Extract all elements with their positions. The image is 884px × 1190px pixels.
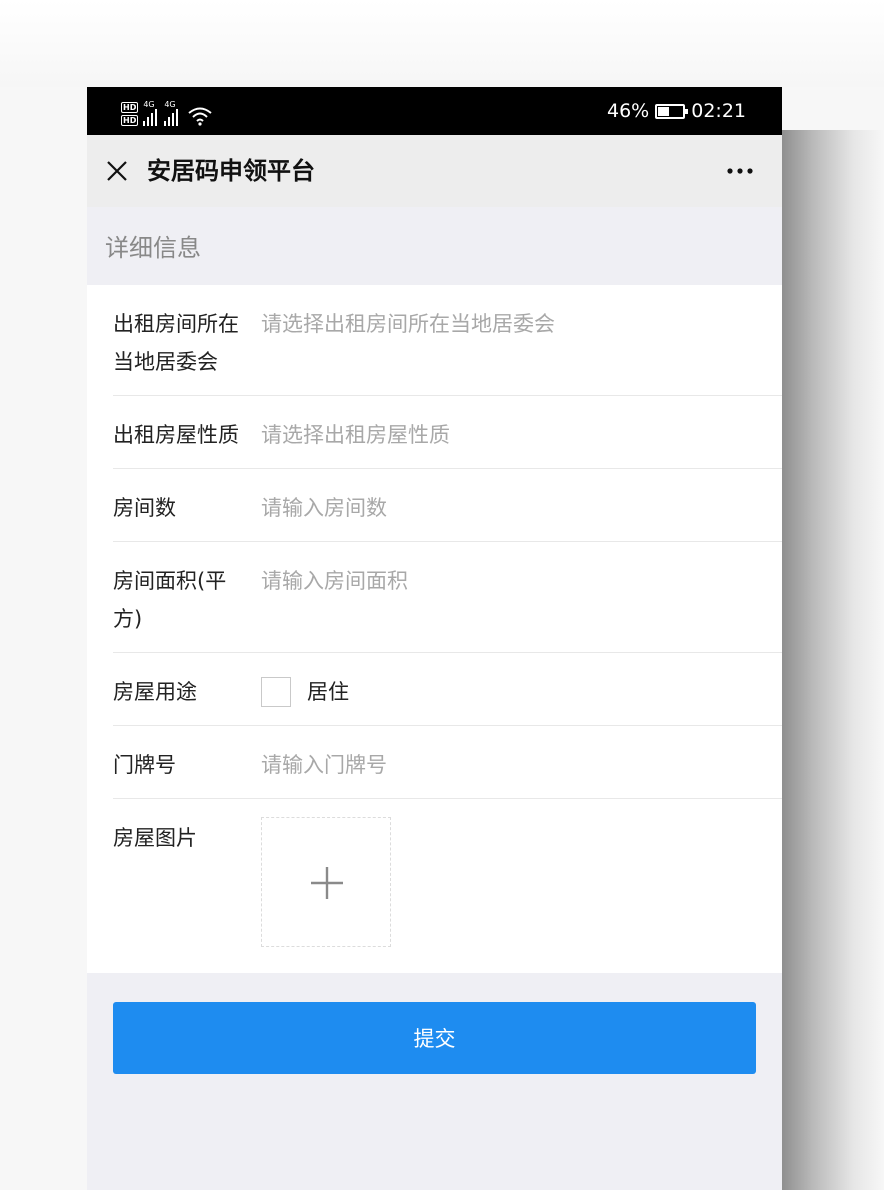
field-house-photo: 房屋图片	[113, 799, 782, 973]
house-nature-select[interactable]: 请选择出租房屋性质	[261, 416, 450, 454]
network-type-2: 4G	[164, 100, 176, 109]
app-header: 安居码申领平台	[87, 135, 782, 207]
room-count-input[interactable]: 请输入房间数	[261, 489, 387, 527]
wifi-icon	[188, 107, 212, 126]
field-label: 房间面积(平方)	[113, 569, 227, 631]
field-label: 房屋用途	[113, 680, 197, 704]
battery-icon	[655, 103, 689, 119]
photo-upload-button[interactable]	[261, 817, 391, 947]
detail-form: 出租房间所在当地居委会 请选择出租房间所在当地居委会 出租房屋性质 请选择出租房…	[87, 285, 782, 973]
field-house-usage: 房屋用途 居住	[113, 653, 782, 726]
hd-indicators: HD HD	[121, 102, 139, 126]
signal-icon: 4G	[143, 100, 159, 126]
network-type-1: 4G	[143, 100, 155, 109]
residents-committee-select[interactable]: 请选择出租房间所在当地居委会	[261, 305, 555, 343]
page-title: 安居码申领平台	[147, 157, 315, 185]
clock: 02:21	[691, 100, 746, 122]
submit-button[interactable]: 提交	[113, 1002, 756, 1074]
backdrop	[0, 0, 884, 87]
battery-fill	[658, 106, 669, 116]
phone-screen: HD HD 4G 4G 46% 02:21 安居码申领平台 详细信息 出租房间所…	[87, 87, 782, 1190]
field-label: 出租房间所在当地居委会	[113, 312, 239, 374]
more-icon[interactable]	[726, 167, 754, 175]
close-icon[interactable]	[105, 159, 129, 183]
status-bar: HD HD 4G 4G 46% 02:21	[87, 87, 782, 135]
section-title: 详细信息	[105, 234, 201, 262]
signal-icon: 4G	[164, 100, 180, 126]
status-right: 46% 02:21	[607, 87, 746, 135]
field-residents-committee[interactable]: 出租房间所在当地居委会 请选择出租房间所在当地居委会	[113, 285, 782, 396]
room-area-input[interactable]: 请输入房间面积	[261, 562, 408, 600]
field-room-count[interactable]: 房间数 请输入房间数	[113, 469, 782, 542]
status-left: HD HD 4G 4G	[121, 96, 213, 126]
battery-percent: 46%	[607, 100, 650, 122]
field-door-number[interactable]: 门牌号 请输入门牌号	[113, 726, 782, 799]
hd-badge-1: HD	[121, 102, 139, 113]
door-number-input[interactable]: 请输入门牌号	[261, 746, 387, 784]
field-label: 出租房屋性质	[113, 423, 239, 447]
drop-shadow	[782, 130, 884, 1190]
plus-icon	[311, 867, 343, 899]
field-room-area[interactable]: 房间面积(平方) 请输入房间面积	[113, 542, 782, 653]
field-label: 房间数	[113, 496, 176, 520]
field-label: 房屋图片	[113, 826, 197, 850]
field-label: 门牌号	[113, 753, 176, 777]
checkbox-label[interactable]: 居住	[307, 673, 349, 711]
hd-badge-2: HD	[121, 115, 139, 126]
residence-checkbox[interactable]	[261, 677, 291, 707]
field-house-nature[interactable]: 出租房屋性质 请选择出租房屋性质	[113, 396, 782, 469]
